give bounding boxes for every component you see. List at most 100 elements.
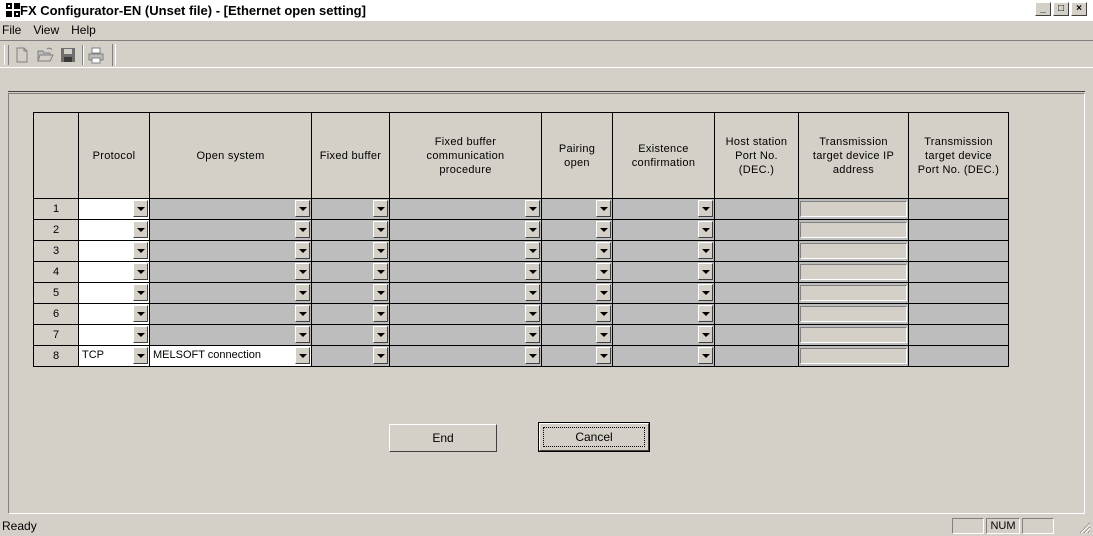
- existence-confirmation-dropdown[interactable]: [612, 219, 715, 241]
- fixed-buffer-procedure-dropdown[interactable]: [389, 240, 542, 262]
- fixed-buffer-dropdown-arrow-icon[interactable]: [373, 263, 388, 280]
- title-bar[interactable]: FX Configurator-EN (Unset file) - [Ether…: [0, 0, 1093, 21]
- header-target-ip[interactable]: Transmission target device IP address: [798, 112, 909, 199]
- open-system-dropdown[interactable]: [149, 198, 312, 220]
- fixed-buffer-dropdown[interactable]: [311, 324, 390, 346]
- protocol-dropdown[interactable]: [78, 240, 150, 262]
- fixed-buffer-dropdown-arrow-icon[interactable]: [373, 326, 388, 343]
- fixed-buffer-procedure-dropdown-arrow-icon[interactable]: [525, 221, 540, 238]
- pairing-open-dropdown[interactable]: [541, 324, 613, 346]
- open-system-dropdown-arrow-icon[interactable]: [295, 242, 310, 259]
- fixed-buffer-dropdown[interactable]: [311, 303, 390, 325]
- pairing-open-dropdown-arrow-icon[interactable]: [596, 347, 611, 364]
- open-folder-icon[interactable]: [36, 46, 54, 64]
- fixed-buffer-procedure-dropdown[interactable]: [389, 198, 542, 220]
- end-button[interactable]: End: [389, 424, 497, 452]
- resize-grip-icon[interactable]: [1079, 522, 1091, 534]
- header-fixed-buffer-procedure[interactable]: Fixed buffer communication procedure: [389, 112, 542, 199]
- pairing-open-dropdown-arrow-icon[interactable]: [596, 263, 611, 280]
- fixed-buffer-procedure-dropdown-arrow-icon[interactable]: [525, 200, 540, 217]
- existence-confirmation-dropdown[interactable]: [612, 261, 715, 283]
- fixed-buffer-procedure-dropdown[interactable]: [389, 345, 542, 367]
- existence-confirmation-dropdown[interactable]: [612, 345, 715, 367]
- protocol-dropdown[interactable]: [78, 303, 150, 325]
- pairing-open-dropdown-arrow-icon[interactable]: [596, 305, 611, 322]
- header-fixed-buffer[interactable]: Fixed buffer: [311, 112, 390, 199]
- header-pairing-open[interactable]: Pairing open: [541, 112, 613, 199]
- fixed-buffer-dropdown-arrow-icon[interactable]: [373, 284, 388, 301]
- maximize-button[interactable]: □: [1053, 2, 1069, 16]
- header-existence-confirmation[interactable]: Existence confirmation: [612, 112, 715, 199]
- header-host-port[interactable]: Host station Port No. (DEC.): [714, 112, 799, 199]
- fixed-buffer-procedure-dropdown-arrow-icon[interactable]: [525, 347, 540, 364]
- existence-confirmation-dropdown[interactable]: [612, 282, 715, 304]
- menu-file[interactable]: File: [0, 23, 27, 37]
- pairing-open-dropdown[interactable]: [541, 303, 613, 325]
- pairing-open-dropdown[interactable]: [541, 261, 613, 283]
- cancel-button[interactable]: Cancel: [538, 422, 650, 452]
- pairing-open-dropdown-arrow-icon[interactable]: [596, 284, 611, 301]
- pairing-open-dropdown[interactable]: [541, 219, 613, 241]
- open-system-dropdown[interactable]: [149, 324, 312, 346]
- fixed-buffer-procedure-dropdown[interactable]: [389, 303, 542, 325]
- protocol-dropdown[interactable]: [78, 219, 150, 241]
- existence-confirmation-dropdown[interactable]: [612, 303, 715, 325]
- menu-help[interactable]: Help: [65, 23, 102, 37]
- protocol-dropdown-arrow-icon[interactable]: [133, 263, 148, 280]
- fixed-buffer-dropdown[interactable]: [311, 219, 390, 241]
- existence-confirmation-dropdown-arrow-icon[interactable]: [698, 347, 713, 364]
- fixed-buffer-dropdown[interactable]: [311, 282, 390, 304]
- minimize-button[interactable]: _: [1035, 2, 1051, 16]
- pairing-open-dropdown[interactable]: [541, 282, 613, 304]
- open-system-dropdown-arrow-icon[interactable]: [295, 221, 310, 238]
- protocol-dropdown-arrow-icon[interactable]: [133, 200, 148, 217]
- protocol-dropdown[interactable]: TCP: [78, 345, 150, 367]
- fixed-buffer-procedure-dropdown[interactable]: [389, 282, 542, 304]
- pairing-open-dropdown-arrow-icon[interactable]: [596, 326, 611, 343]
- protocol-dropdown-arrow-icon[interactable]: [133, 221, 148, 238]
- open-system-dropdown[interactable]: MELSOFT connection: [149, 345, 312, 367]
- open-system-dropdown-arrow-icon[interactable]: [295, 284, 310, 301]
- protocol-dropdown-arrow-icon[interactable]: [133, 305, 148, 322]
- fixed-buffer-dropdown-arrow-icon[interactable]: [373, 305, 388, 322]
- header-target-port[interactable]: Transmission target device Port No. (DEC…: [908, 112, 1009, 199]
- fixed-buffer-dropdown-arrow-icon[interactable]: [373, 200, 388, 217]
- protocol-dropdown[interactable]: [78, 324, 150, 346]
- open-system-dropdown[interactable]: [149, 219, 312, 241]
- fixed-buffer-dropdown[interactable]: [311, 345, 390, 367]
- existence-confirmation-dropdown[interactable]: [612, 198, 715, 220]
- open-system-dropdown-arrow-icon[interactable]: [295, 347, 310, 364]
- fixed-buffer-procedure-dropdown-arrow-icon[interactable]: [525, 242, 540, 259]
- fixed-buffer-procedure-dropdown[interactable]: [389, 219, 542, 241]
- protocol-dropdown-arrow-icon[interactable]: [133, 347, 148, 364]
- existence-confirmation-dropdown[interactable]: [612, 324, 715, 346]
- protocol-dropdown-arrow-icon[interactable]: [133, 284, 148, 301]
- pairing-open-dropdown-arrow-icon[interactable]: [596, 221, 611, 238]
- existence-confirmation-dropdown[interactable]: [612, 240, 715, 262]
- open-system-dropdown-arrow-icon[interactable]: [295, 305, 310, 322]
- fixed-buffer-procedure-dropdown[interactable]: [389, 324, 542, 346]
- fixed-buffer-dropdown-arrow-icon[interactable]: [373, 347, 388, 364]
- close-button[interactable]: ×: [1071, 2, 1087, 16]
- protocol-dropdown[interactable]: [78, 282, 150, 304]
- existence-confirmation-dropdown-arrow-icon[interactable]: [698, 221, 713, 238]
- pairing-open-dropdown-arrow-icon[interactable]: [596, 242, 611, 259]
- print-icon[interactable]: [87, 46, 105, 64]
- open-system-dropdown[interactable]: [149, 240, 312, 262]
- header-open-system[interactable]: Open system: [149, 112, 312, 199]
- fixed-buffer-procedure-dropdown-arrow-icon[interactable]: [525, 305, 540, 322]
- toolbar-grip[interactable]: [4, 45, 9, 65]
- save-disk-icon[interactable]: [59, 46, 77, 64]
- fixed-buffer-dropdown[interactable]: [311, 261, 390, 283]
- existence-confirmation-dropdown-arrow-icon[interactable]: [698, 326, 713, 343]
- fixed-buffer-dropdown-arrow-icon[interactable]: [373, 221, 388, 238]
- protocol-dropdown[interactable]: [78, 198, 150, 220]
- open-system-dropdown[interactable]: [149, 303, 312, 325]
- existence-confirmation-dropdown-arrow-icon[interactable]: [698, 263, 713, 280]
- fixed-buffer-procedure-dropdown-arrow-icon[interactable]: [525, 263, 540, 280]
- fixed-buffer-dropdown[interactable]: [311, 240, 390, 262]
- fixed-buffer-procedure-dropdown-arrow-icon[interactable]: [525, 326, 540, 343]
- protocol-dropdown-arrow-icon[interactable]: [133, 242, 148, 259]
- fixed-buffer-procedure-dropdown-arrow-icon[interactable]: [525, 284, 540, 301]
- header-protocol[interactable]: Protocol: [78, 112, 150, 199]
